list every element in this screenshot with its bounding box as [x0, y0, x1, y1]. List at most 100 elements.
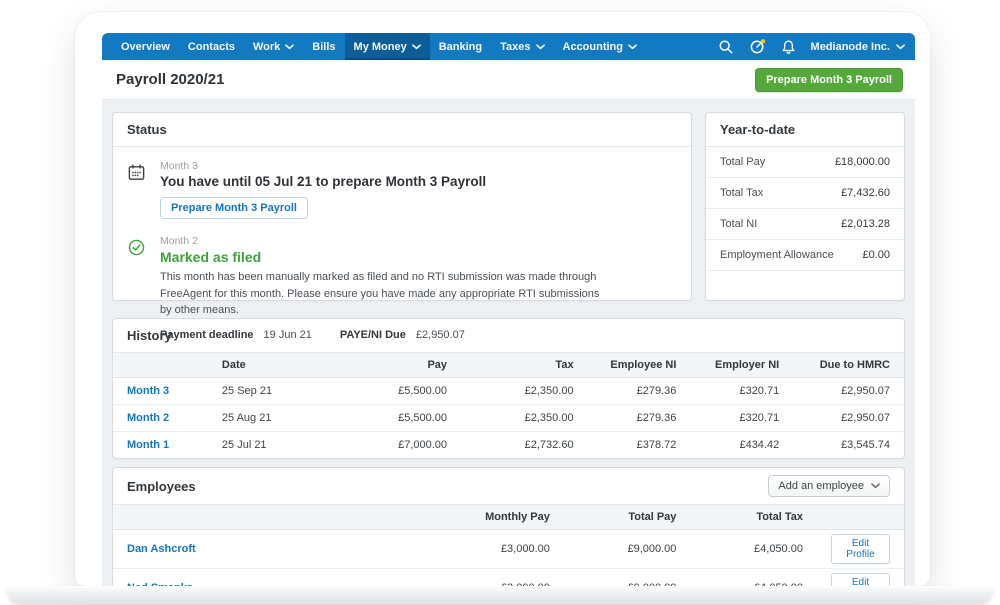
search-icon[interactable]	[718, 39, 734, 55]
table-row: Month 1 25 Jul 21 £7,000.00 £2,732.60 £3…	[113, 432, 904, 459]
nav-item-label: Contacts	[188, 41, 235, 53]
employee-total-tax: £4,050.00	[690, 569, 817, 587]
nav-item-my-money[interactable]: My Money	[345, 33, 430, 60]
history-tax: £2,350.00	[461, 405, 588, 432]
chevron-down-icon	[536, 44, 545, 50]
history-col-date: Date	[208, 353, 327, 378]
calendar-icon	[127, 160, 147, 219]
page-content: Status Month 3 You have until 05 Jul 21 …	[102, 100, 915, 586]
history-due-hmrc: £3,545.74	[793, 432, 904, 459]
nav-item-contacts[interactable]: Contacts	[179, 33, 244, 60]
bell-icon[interactable]	[781, 39, 796, 55]
laptop-base	[8, 586, 992, 604]
status-entry-headline: You have until 05 Jul 21 to prepare Mont…	[160, 174, 486, 189]
nav-item-accounting[interactable]: Accounting	[554, 33, 647, 60]
add-employee-label: Add an employee	[778, 480, 864, 492]
nav-item-overview[interactable]: Overview	[112, 33, 179, 60]
history-col-employer-ni: Employer NI	[690, 353, 793, 378]
status-entry-content: Month 2 Marked as filed This month has b…	[160, 235, 608, 341]
history-pay: £5,500.00	[327, 405, 461, 432]
history-employer-ni: £434.42	[690, 432, 793, 459]
history-date: 25 Aug 21	[208, 405, 327, 432]
employees-card-header: Employees Add an employee	[113, 468, 904, 505]
status-entry-meta: Payment deadline 19 Jun 21 PAYE/NI Due £…	[160, 329, 608, 341]
prepare-payroll-secondary-button[interactable]: Prepare Month 3 Payroll	[160, 197, 308, 219]
ytd-row-total-ni: Total NI £2,013.28	[706, 209, 904, 240]
employee-link[interactable]: Ned Smanks	[127, 582, 193, 586]
nav-item-label: Taxes	[500, 41, 530, 53]
nav-right-group: Medianode Inc.	[718, 33, 905, 60]
history-employee-ni: £279.36	[588, 378, 691, 405]
history-date: 25 Jul 21	[208, 432, 327, 459]
history-col-tax: Tax	[461, 353, 588, 378]
year-to-date-card: Year-to-date Total Pay £18,000.00 Total …	[705, 112, 905, 301]
status-entry-period: Month 2	[160, 235, 608, 247]
top-nav: Overview Contacts Work Bills My Money Ba…	[102, 33, 915, 60]
history-tax: £2,732.60	[461, 432, 588, 459]
ytd-label: Total NI	[720, 218, 757, 230]
status-entry-month-3: Month 3 You have until 05 Jul 21 to prep…	[127, 160, 677, 219]
ytd-card-title: Year-to-date	[706, 113, 904, 147]
history-col-employee-ni: Employee NI	[588, 353, 691, 378]
paye-ni-due-value: £2,950.07	[416, 329, 465, 341]
status-entry-period: Month 3	[160, 160, 486, 172]
employees-col-name	[113, 505, 429, 530]
history-due-hmrc: £2,950.07	[793, 378, 904, 405]
employees-header-row: Monthly Pay Total Pay Total Tax	[113, 505, 904, 530]
history-col-due-hmrc: Due to HMRC	[793, 353, 904, 378]
payment-deadline-value: 19 Jun 21	[264, 329, 312, 341]
employee-link[interactable]: Dan Ashcroft	[127, 543, 196, 555]
history-header-row: Date Pay Tax Employee NI Employer NI Due…	[113, 353, 904, 378]
nav-item-banking[interactable]: Banking	[430, 33, 491, 60]
page-title: Payroll 2020/21	[114, 71, 224, 88]
status-card-body: Month 3 You have until 05 Jul 21 to prep…	[113, 147, 691, 354]
add-employee-button[interactable]: Add an employee	[768, 475, 890, 497]
page-header: Payroll 2020/21 Prepare Month 3 Payroll	[102, 60, 915, 100]
company-name: Medianode Inc.	[811, 41, 890, 53]
month-link[interactable]: Month 2	[127, 412, 169, 424]
employee-monthly-pay: £3,000.00	[429, 569, 563, 587]
ytd-value: £18,000.00	[835, 156, 890, 168]
nav-item-label: Bills	[312, 41, 335, 53]
nav-item-bills[interactable]: Bills	[303, 33, 344, 60]
status-entry-headline: Marked as filed	[160, 249, 608, 265]
history-employer-ni: £320.71	[690, 378, 793, 405]
status-entry-description: This month has been manually marked as f…	[160, 269, 608, 319]
ytd-value: £0.00	[862, 249, 890, 261]
timer-icon[interactable]	[749, 38, 766, 55]
stage: Overview Contacts Work Bills My Money Ba…	[0, 0, 1000, 605]
nav-item-work[interactable]: Work	[244, 33, 303, 60]
employees-card-title: Employees	[127, 479, 196, 494]
employees-col-actions	[817, 505, 904, 530]
edit-profile-button[interactable]: Edit Profile	[831, 573, 890, 586]
ytd-value: £2,013.28	[841, 218, 890, 230]
month-link[interactable]: Month 3	[127, 385, 169, 397]
history-date: 25 Sep 21	[208, 378, 327, 405]
month-link[interactable]: Month 1	[127, 439, 169, 451]
table-row: Month 2 25 Aug 21 £5,500.00 £2,350.00 £2…	[113, 405, 904, 432]
chevron-down-icon	[412, 44, 421, 50]
nav-item-label: Banking	[439, 41, 482, 53]
table-row: Dan Ashcroft £3,000.00 £9,000.00 £4,050.…	[113, 530, 904, 569]
prepare-payroll-button[interactable]: Prepare Month 3 Payroll	[755, 68, 903, 92]
history-table: Date Pay Tax Employee NI Employer NI Due…	[113, 353, 904, 458]
history-due-hmrc: £2,950.07	[793, 405, 904, 432]
edit-profile-button[interactable]: Edit Profile	[831, 534, 890, 564]
nav-item-taxes[interactable]: Taxes	[491, 33, 553, 60]
history-employer-ni: £320.71	[690, 405, 793, 432]
chevron-down-icon	[628, 44, 637, 50]
chevron-down-icon	[896, 44, 905, 50]
employee-monthly-pay: £3,000.00	[429, 530, 563, 569]
nav-item-label: Accounting	[563, 41, 624, 53]
table-row: Month 3 25 Sep 21 £5,500.00 £2,350.00 £2…	[113, 378, 904, 405]
status-card: Status Month 3 You have until 05 Jul 21 …	[112, 112, 692, 301]
ytd-label: Total Pay	[720, 156, 765, 168]
table-row: Ned Smanks £3,000.00 £9,000.00 £4,050.00…	[113, 569, 904, 587]
ytd-label: Total Tax	[720, 187, 763, 199]
company-menu[interactable]: Medianode Inc.	[811, 41, 905, 53]
nav-item-label: Work	[253, 41, 280, 53]
ytd-row-total-tax: Total Tax £7,432.60	[706, 178, 904, 209]
employee-total-pay: £9,000.00	[564, 530, 691, 569]
ytd-row-employment-allowance: Employment Allowance £0.00	[706, 240, 904, 271]
nav-item-label: Overview	[121, 41, 170, 53]
